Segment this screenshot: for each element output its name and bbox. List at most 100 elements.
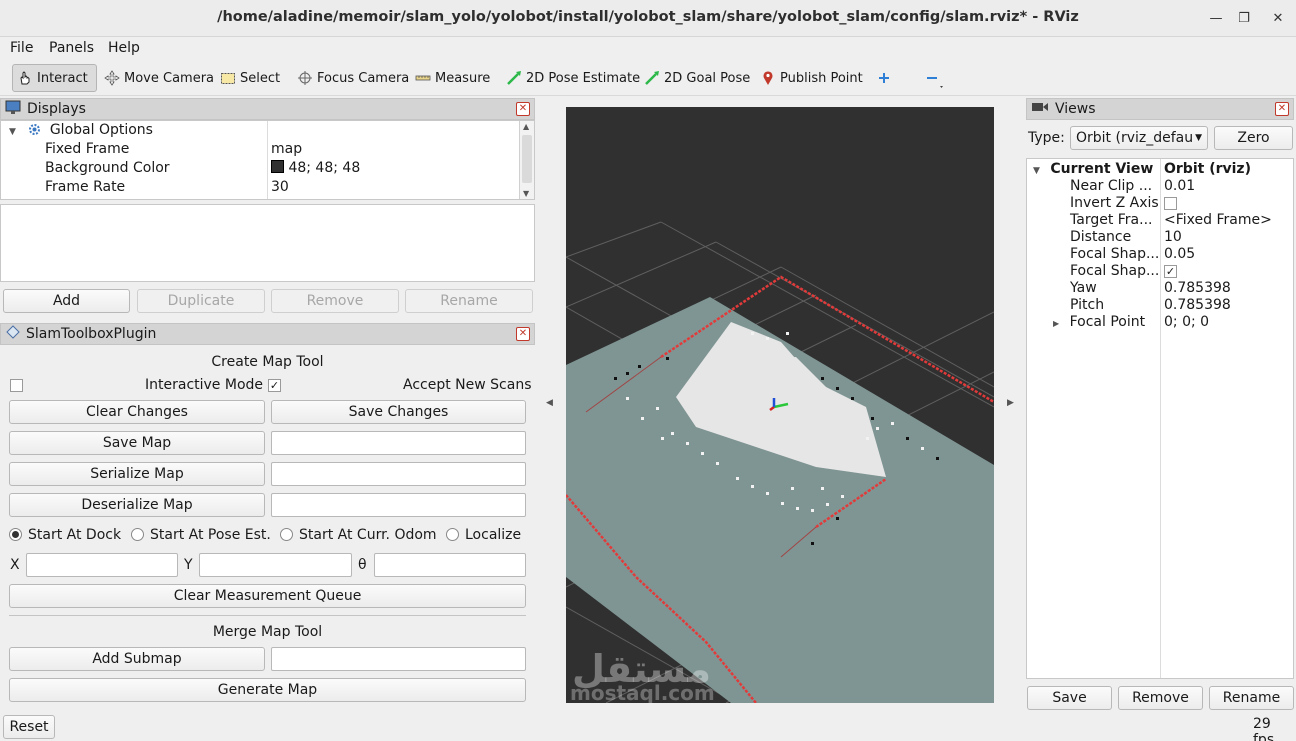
close-panel-icon[interactable]: ✕ <box>516 102 530 116</box>
invert-z-checkbox[interactable] <box>1164 197 1177 210</box>
focal-point-name: Focal Point <box>1069 314 1146 330</box>
plus-icon <box>876 70 892 86</box>
close-panel-icon[interactable]: ✕ <box>516 327 530 341</box>
collapsed-triangle-icon[interactable]: ▶ <box>1053 319 1059 328</box>
focal-point-row[interactable]: ▶ Focal Point <box>1053 314 1145 333</box>
interact-tool-button[interactable]: Interact <box>12 64 97 92</box>
close-icon[interactable]: ✕ <box>1268 9 1288 29</box>
radio-icon <box>131 528 144 541</box>
slam-panel-title: SlamToolboxPlugin <box>26 326 157 342</box>
start-at-dock-label: Start At Dock <box>28 527 122 543</box>
collapse-left-icon[interactable]: ◀ <box>546 398 553 408</box>
frame-rate-value[interactable]: 30 <box>271 179 289 198</box>
interact-label: Interact <box>37 70 88 86</box>
y-input[interactable] <box>199 553 352 577</box>
generate-map-button[interactable]: Generate Map <box>9 678 526 702</box>
menu-help[interactable]: Help <box>108 40 140 56</box>
rename-display-button[interactable]: Rename <box>405 289 533 313</box>
close-panel-icon[interactable]: ✕ <box>1275 102 1289 116</box>
green-arrow-icon <box>506 70 522 86</box>
menu-file[interactable]: File <box>10 40 33 56</box>
displays-scrollbar[interactable]: ▲ ▼ <box>519 121 534 199</box>
camera-icon <box>1031 101 1049 117</box>
focal-shape-fixed-checkbox[interactable]: ✓ <box>1164 265 1177 278</box>
goal-pose-tool-button[interactable]: 2D Goal Pose <box>640 64 754 92</box>
deserialize-map-button[interactable]: Deserialize Map <box>9 493 265 517</box>
minimize-icon[interactable]: — <box>1206 9 1226 29</box>
menu-panels[interactable]: Panels <box>49 40 94 56</box>
add-display-button[interactable]: Add <box>3 289 130 313</box>
add-tool-button[interactable] <box>872 64 896 92</box>
add-submap-input[interactable] <box>271 647 526 671</box>
views-title: Views <box>1055 101 1096 117</box>
view-type-value: Orbit (rviz_defau <box>1076 130 1194 146</box>
move-camera-tool-button[interactable]: Move Camera <box>100 64 218 92</box>
near-clip-value[interactable]: 0.01 <box>1164 178 1195 197</box>
background-color-value-cell[interactable]: 48; 48; 48 <box>271 160 360 179</box>
slam-panel-header: SlamToolboxPlugin ✕ <box>0 323 535 345</box>
diamond-icon <box>6 325 20 343</box>
scroll-down-icon[interactable]: ▼ <box>523 189 529 198</box>
measure-label: Measure <box>435 70 491 86</box>
duplicate-display-button[interactable]: Duplicate <box>137 289 265 313</box>
scrollbar-thumb[interactable] <box>522 135 532 183</box>
menubar: File Panels Help <box>0 37 1296 60</box>
rename-view-button[interactable]: Rename <box>1209 686 1294 710</box>
render-viewport[interactable]: مستقل mostaql.com <box>566 107 994 703</box>
start-at-odom-label: Start At Curr. Odom <box>299 527 437 543</box>
views-panel-header: Views ✕ <box>1026 98 1294 120</box>
accept-new-scans-label: Accept New Scans <box>403 377 532 393</box>
localize-radio[interactable]: Localize <box>446 527 521 543</box>
radio-selected-icon <box>9 528 22 541</box>
scroll-up-icon[interactable]: ▲ <box>523 122 529 131</box>
clear-changes-button[interactable]: Clear Changes <box>9 400 265 424</box>
y-label: Y <box>184 557 193 573</box>
publish-point-tool-button[interactable]: Publish Point <box>756 64 867 92</box>
radio-icon <box>446 528 459 541</box>
save-map-input[interactable] <box>271 431 526 455</box>
measure-tool-button[interactable]: Measure <box>411 64 494 92</box>
focal-shape-size-value[interactable]: 0.05 <box>1164 246 1195 265</box>
select-tool-button[interactable]: Select <box>216 64 284 92</box>
focus-camera-tool-button[interactable]: Focus Camera <box>293 64 413 92</box>
clear-measurement-queue-button[interactable]: Clear Measurement Queue <box>9 584 526 608</box>
maximize-icon[interactable]: ❐ <box>1234 9 1254 29</box>
start-at-dock-radio[interactable]: Start At Dock <box>9 527 121 543</box>
start-at-odom-radio[interactable]: Start At Curr. Odom <box>280 527 437 543</box>
minus-icon <box>924 70 943 88</box>
save-map-button[interactable]: Save Map <box>9 431 265 455</box>
expand-triangle-icon[interactable]: ▼ <box>9 127 16 137</box>
view-properties-tree: ▼ Current View Orbit (rviz) Near Clip ..… <box>1026 158 1294 679</box>
deserialize-map-input[interactable] <box>271 493 526 517</box>
x-input[interactable] <box>26 553 178 577</box>
pose-estimate-label: 2D Pose Estimate <box>526 70 641 86</box>
serialize-map-button[interactable]: Serialize Map <box>9 462 265 486</box>
add-submap-button[interactable]: Add Submap <box>9 647 265 671</box>
theta-label: θ <box>358 557 367 573</box>
theta-input[interactable] <box>374 553 526 577</box>
save-view-button[interactable]: Save <box>1027 686 1112 710</box>
focal-point-value[interactable]: 0; 0; 0 <box>1164 314 1209 333</box>
interactive-mode-checkbox[interactable]: ✓ <box>268 379 281 392</box>
display-description-box <box>0 204 535 282</box>
collapse-right-icon[interactable]: ▶ <box>1007 398 1014 408</box>
pose-estimate-tool-button[interactable]: 2D Pose Estimate <box>502 64 644 92</box>
view-type-select[interactable]: Orbit (rviz_defau ▼ <box>1070 126 1208 150</box>
gear-icon <box>28 122 45 138</box>
remove-tool-button[interactable] <box>920 64 944 92</box>
start-at-pose-radio[interactable]: Start At Pose Est. <box>131 527 271 543</box>
expand-triangle-icon[interactable]: ▼ <box>1033 166 1040 176</box>
save-changes-button[interactable]: Save Changes <box>271 400 526 424</box>
fixed-frame-value[interactable]: map <box>271 141 302 160</box>
left-checkbox[interactable] <box>10 379 23 392</box>
move-camera-icon <box>104 70 120 86</box>
global-options-row[interactable]: ▼ Global Options <box>9 122 153 141</box>
remove-display-button[interactable]: Remove <box>271 289 399 313</box>
merge-map-tool-heading: Merge Map Tool <box>212 624 323 640</box>
frame-rate-name: Frame Rate <box>45 179 126 195</box>
reset-button[interactable]: Reset <box>3 715 55 739</box>
zero-button[interactable]: Zero <box>1214 126 1293 150</box>
remove-view-button[interactable]: Remove <box>1118 686 1203 710</box>
serialize-map-input[interactable] <box>271 462 526 486</box>
select-label: Select <box>240 70 281 86</box>
